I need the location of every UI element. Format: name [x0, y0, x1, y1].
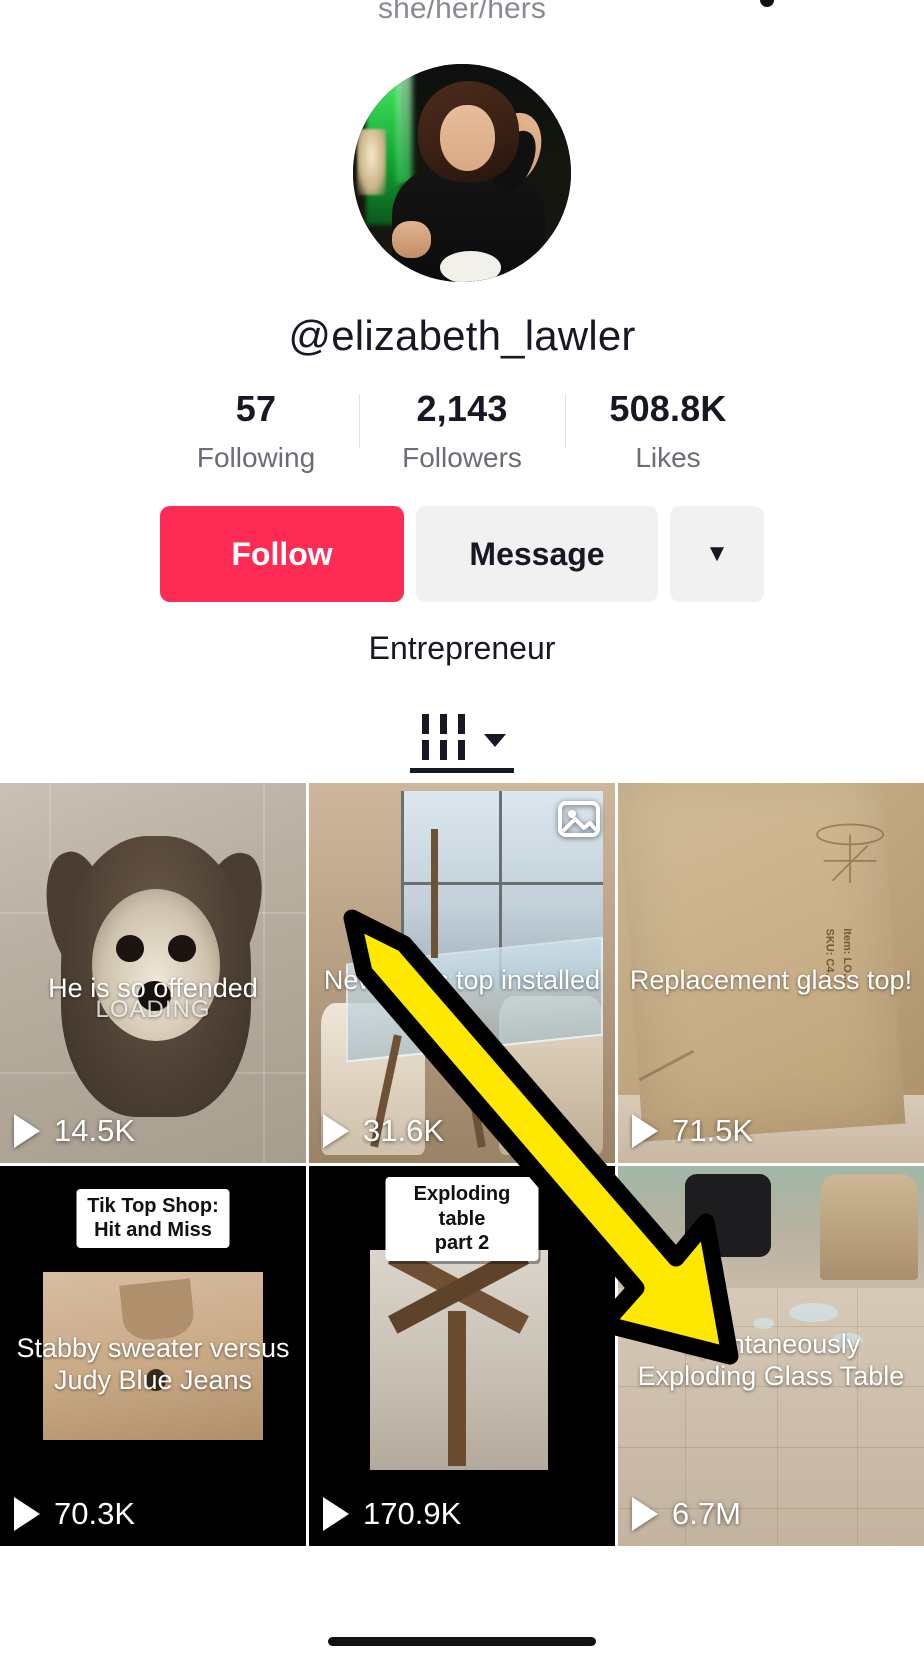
thumbnail-badge: Tik Top Shop: Hit and Miss [76, 1188, 230, 1248]
stat-label: Following [196, 442, 316, 473]
thumbnail-caption: Spontaneously Exploding Glass Table [637, 1329, 905, 1392]
top-bar-actions [744, 0, 888, 10]
stat-value: 57 [235, 388, 277, 429]
video-thumbnail[interactable]: Item: LO… SKU: C4… Replacement glass top… [618, 783, 924, 1163]
more-options-button[interactable]: ▼ [670, 506, 764, 602]
avatar-wrapper [0, 64, 924, 282]
stat-label: Likes [635, 442, 701, 473]
play-count-value: 6.7M [672, 1496, 741, 1531]
avatar[interactable] [353, 64, 571, 282]
profile-tab-bar [0, 701, 924, 773]
follow-button[interactable]: Follow [160, 506, 404, 602]
stat-following[interactable]: 57 Following [153, 388, 359, 474]
video-thumbnail[interactable]: Tik Top Shop: Hit and Miss Stabby sweate… [0, 1166, 306, 1546]
multi-image-icon [557, 797, 601, 841]
active-tab-indicator [410, 768, 514, 773]
play-icon [323, 1114, 349, 1148]
play-count-value: 14.5K [54, 1113, 136, 1148]
thumbnail-loading-label: LOADING [95, 995, 211, 1023]
profile-section: @elizabeth_lawler 57 Following 2,143 Fol… [0, 64, 924, 667]
chevron-down-icon: ▼ [705, 540, 729, 567]
top-bar: she/her/hers [0, 0, 924, 46]
play-count: 31.6K [323, 1113, 444, 1149]
video-thumbnail[interactable]: Spontaneously Exploding Glass Table 6.7M [618, 1166, 924, 1546]
home-indicator [328, 1637, 596, 1646]
play-icon [632, 1114, 658, 1148]
play-count: 14.5K [14, 1113, 135, 1149]
play-count: 170.9K [323, 1496, 461, 1532]
profile-bio: Entrepreneur [368, 630, 556, 666]
video-thumbnail[interactable]: He is so offended LOADING 14.5K [0, 783, 306, 1163]
stat-likes[interactable]: 508.8K Likes [565, 388, 771, 474]
play-count-value: 31.6K [363, 1113, 445, 1148]
chevron-down-icon [484, 733, 506, 747]
play-icon [323, 1497, 349, 1531]
thumbnail-caption: New glass top installed [323, 965, 601, 996]
video-grid: He is so offended LOADING 14.5K New glas… [0, 783, 924, 1546]
play-count-value: 71.5K [672, 1113, 754, 1148]
play-count: 6.7M [632, 1496, 741, 1532]
page-title: @elizabeth_lawler [288, 312, 636, 359]
stat-label: Followers [402, 442, 522, 473]
video-thumbnail[interactable]: New glass top installed 31.6K [309, 783, 615, 1163]
play-count-value: 70.3K [54, 1496, 136, 1531]
profile-actions: Follow Message ▼ [0, 506, 924, 602]
play-icon [632, 1497, 658, 1531]
stat-followers[interactable]: 2,143 Followers [359, 388, 565, 474]
grid-view-icon [418, 712, 474, 762]
stat-value: 508.8K [609, 388, 727, 429]
play-count: 70.3K [14, 1496, 135, 1532]
thumbnail-badge: Exploding table part 2 [385, 1177, 539, 1261]
message-button[interactable]: Message [416, 506, 658, 602]
stats-row: 57 Following 2,143 Followers 508.8K Like… [0, 388, 924, 474]
thumbnail-caption: Replacement glass top! [629, 965, 913, 996]
play-count: 71.5K [632, 1113, 753, 1149]
play-count-value: 170.9K [363, 1496, 462, 1531]
stat-value: 2,143 [416, 388, 508, 429]
notification-bell-icon[interactable] [744, 0, 790, 10]
thumbnail-caption: Stabby sweater versus Judy Blue Jeans [16, 1333, 290, 1396]
play-icon [14, 1114, 40, 1148]
video-thumbnail[interactable]: Exploding table part 2 170.9K [309, 1166, 615, 1546]
share-arrow-icon[interactable] [842, 0, 888, 10]
play-icon [14, 1497, 40, 1531]
tab-videos[interactable] [410, 701, 514, 773]
